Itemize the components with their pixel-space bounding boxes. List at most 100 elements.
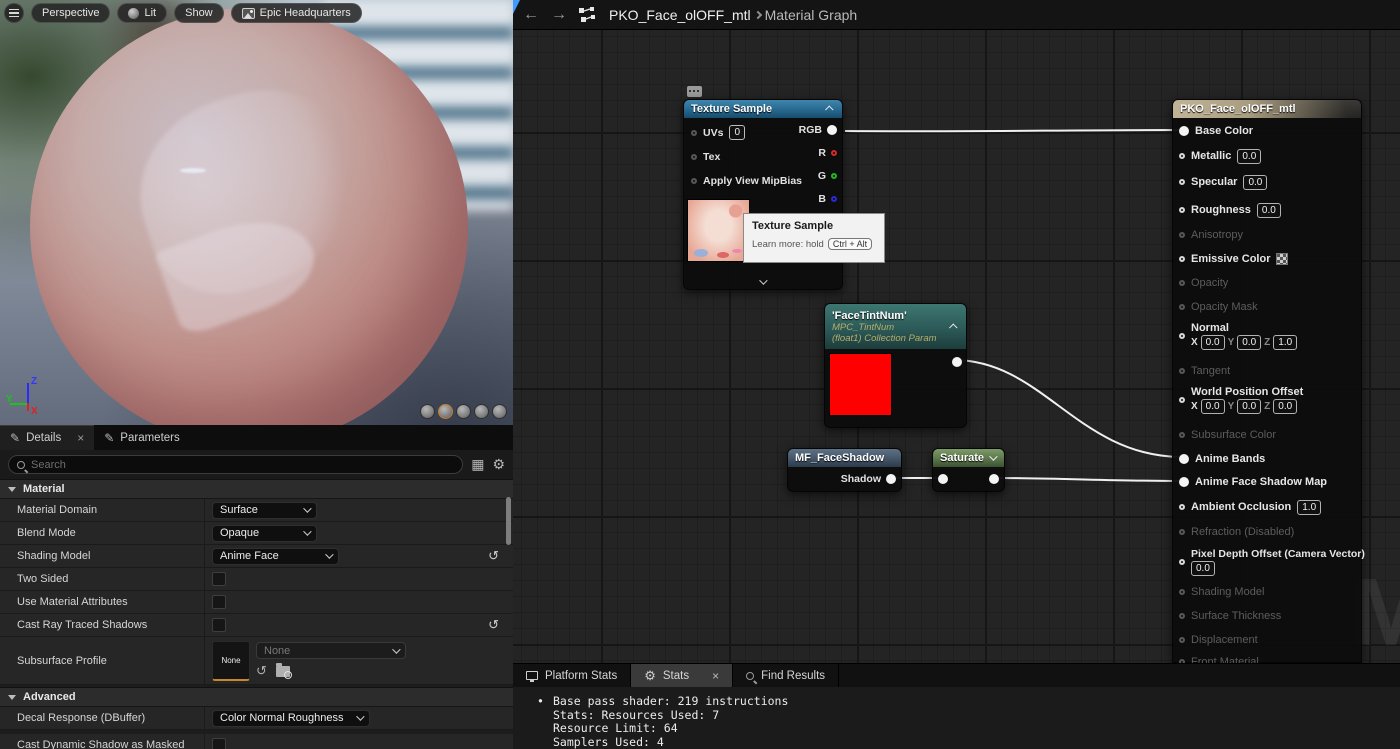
subsurface-profile-thumbnail[interactable]: None <box>212 640 250 681</box>
collapse-icon[interactable] <box>949 323 958 332</box>
value-box[interactable]: 0.0 <box>1200 335 1225 350</box>
cast-ray-traced-shadows-checkbox[interactable] <box>212 618 226 632</box>
use-material-attributes-checkbox[interactable] <box>212 595 226 609</box>
preview-scene-button[interactable]: Epic Headquarters <box>230 3 362 23</box>
pin-icon[interactable] <box>691 178 697 184</box>
details-scrollbar[interactable] <box>506 497 511 545</box>
pin-roughness[interactable]: Roughness 0.0 <box>1179 202 1357 218</box>
close-icon[interactable]: × <box>712 669 719 683</box>
material-graph-canvas[interactable]: M Texture Sample UVs 0 Tex Apply View Mip… <box>513 30 1400 663</box>
node-main-material[interactable]: PKO_Face_olOFF_mtl Base Color Metallic 0.… <box>1172 99 1365 663</box>
pin-anime-bands[interactable]: Anime Bands <box>1179 451 1357 467</box>
use-selected-asset-icon[interactable]: ↺ <box>256 663 267 679</box>
tab-find-results[interactable]: Find Results <box>733 664 840 687</box>
uvs-value-box[interactable]: 0 <box>729 125 745 140</box>
blend-mode-dropdown[interactable]: Opaque <box>212 524 317 542</box>
browse-asset-icon[interactable] <box>275 662 292 679</box>
display-filter-icon[interactable]: ▦ <box>471 456 484 473</box>
value-box[interactable]: 0.0 <box>1273 399 1298 414</box>
pin-icon[interactable] <box>1179 280 1185 286</box>
node-mf-face-shadow[interactable]: MF_FaceShadow Shadow <box>787 448 902 492</box>
pin-refraction[interactable]: Refraction (Disabled) <box>1179 524 1357 540</box>
value-box[interactable]: 0.0 <box>1237 335 1262 350</box>
pin-tangent[interactable]: Tangent <box>1179 363 1357 379</box>
output-r[interactable]: R <box>818 147 837 159</box>
value-box[interactable]: 0.0 <box>1256 202 1281 218</box>
back-arrow-icon[interactable]: ← <box>523 6 539 24</box>
perspective-button[interactable]: Perspective <box>31 3 111 23</box>
search-input[interactable] <box>31 458 455 471</box>
pin-anisotropy[interactable]: Anisotropy <box>1179 227 1357 243</box>
value-box[interactable]: 0.0 <box>1243 174 1268 190</box>
pin-opacity-mask[interactable]: Opacity Mask <box>1179 299 1357 315</box>
pin-emissive-color[interactable]: Emissive Color <box>1179 251 1357 267</box>
breadcrumb-asset-name[interactable]: PKO_Face_olOFF_mtl <box>609 7 751 23</box>
pin-icon[interactable] <box>1179 637 1185 643</box>
pin-icon[interactable] <box>1179 477 1189 487</box>
node-header[interactable]: Saturate <box>933 449 1004 467</box>
pin-ambient-occlusion[interactable]: Ambient Occlusion 1.0 <box>1179 499 1357 515</box>
value-box[interactable]: 0.0 <box>1237 148 1262 164</box>
node-header[interactable]: Texture Sample <box>684 100 842 118</box>
pin-icon[interactable] <box>886 474 896 484</box>
checker-swatch-icon[interactable] <box>1276 253 1289 265</box>
pin-icon[interactable] <box>691 129 697 136</box>
node-header[interactable]: PKO_Face_olOFF_mtl <box>1173 100 1361 118</box>
output-pin-icon[interactable] <box>952 357 962 367</box>
tab-platform-stats[interactable]: Platform Stats <box>513 664 632 687</box>
input-tex[interactable]: Tex <box>691 151 720 163</box>
node-header[interactable]: MF_FaceShadow <box>788 449 901 467</box>
pin-displacement[interactable]: Displacement <box>1179 632 1357 648</box>
pin-world-position-offset[interactable]: World Position Offset X 0.0 Y 0.0 Z 0.0 <box>1179 385 1357 415</box>
sphere-shape-button[interactable] <box>438 404 453 419</box>
pin-metallic[interactable]: Metallic 0.0 <box>1179 148 1357 164</box>
input-pin-icon[interactable] <box>938 474 948 484</box>
tab-stats[interactable]: ⚙ Stats × <box>631 664 734 687</box>
pin-icon[interactable] <box>831 150 837 156</box>
pin-shading-model[interactable]: Shading Model <box>1179 584 1357 600</box>
pin-front-material[interactable]: Front Material <box>1179 654 1357 663</box>
value-box[interactable]: 1.0 <box>1297 499 1322 515</box>
mesh-shape-button[interactable] <box>492 404 507 419</box>
node-saturate[interactable]: Saturate <box>932 448 1005 492</box>
forward-arrow-icon[interactable]: → <box>551 6 567 24</box>
output-shadow[interactable]: Shadow <box>841 473 896 485</box>
viewport-3d[interactable]: Perspective Lit Show Epic Headquarters Z… <box>0 0 513 425</box>
pin-icon[interactable] <box>1179 659 1185 663</box>
pin-icon[interactable] <box>831 173 837 179</box>
plane-shape-button[interactable] <box>456 404 471 419</box>
output-pin-icon[interactable] <box>989 474 999 484</box>
pin-icon[interactable] <box>1179 232 1185 238</box>
pin-pixel-depth-offset[interactable]: Pixel Depth Offset (Camera Vector) 0.0 <box>1179 547 1365 577</box>
pin-icon[interactable] <box>1179 529 1185 535</box>
show-button[interactable]: Show <box>174 3 224 23</box>
pin-icon[interactable] <box>1179 179 1185 185</box>
pin-surface-thickness[interactable]: Surface Thickness <box>1179 608 1357 624</box>
cast-dynamic-shadow-checkbox[interactable] <box>212 738 226 749</box>
node-header[interactable]: 'FaceTintNum' MPC_TintNum (float1) Colle… <box>825 304 966 349</box>
reset-to-default-icon[interactable]: ↺ <box>488 548 499 564</box>
pin-base-color[interactable]: Base Color <box>1179 123 1357 139</box>
pin-icon[interactable] <box>1179 613 1185 619</box>
pin-icon[interactable] <box>1179 368 1185 374</box>
pin-icon[interactable] <box>1179 126 1189 136</box>
decal-response-dropdown[interactable]: Color Normal Roughness <box>212 709 370 727</box>
pin-icon[interactable] <box>691 154 697 160</box>
reset-to-default-icon[interactable]: ↺ <box>488 617 499 633</box>
pin-icon[interactable] <box>827 125 837 135</box>
pin-icon[interactable] <box>1179 454 1189 464</box>
output-g[interactable]: G <box>818 170 837 182</box>
pin-icon[interactable] <box>1179 589 1185 595</box>
shading-model-dropdown[interactable]: Anime Face <box>212 547 339 565</box>
pin-specular[interactable]: Specular 0.0 <box>1179 174 1357 190</box>
pin-icon[interactable] <box>831 196 837 202</box>
pin-icon[interactable] <box>1179 207 1185 213</box>
lit-mode-button[interactable]: Lit <box>117 3 168 23</box>
pin-icon[interactable] <box>1179 256 1185 262</box>
subsurface-profile-dropdown[interactable]: None <box>256 642 406 659</box>
category-material[interactable]: Material <box>0 479 513 499</box>
pin-normal[interactable]: Normal X 0.0 Y 0.0 Z 1.0 <box>1179 321 1357 351</box>
pin-icon[interactable] <box>1179 333 1185 339</box>
value-box[interactable]: 1.0 <box>1273 335 1298 350</box>
pin-subsurface-color[interactable]: Subsurface Color <box>1179 427 1357 443</box>
